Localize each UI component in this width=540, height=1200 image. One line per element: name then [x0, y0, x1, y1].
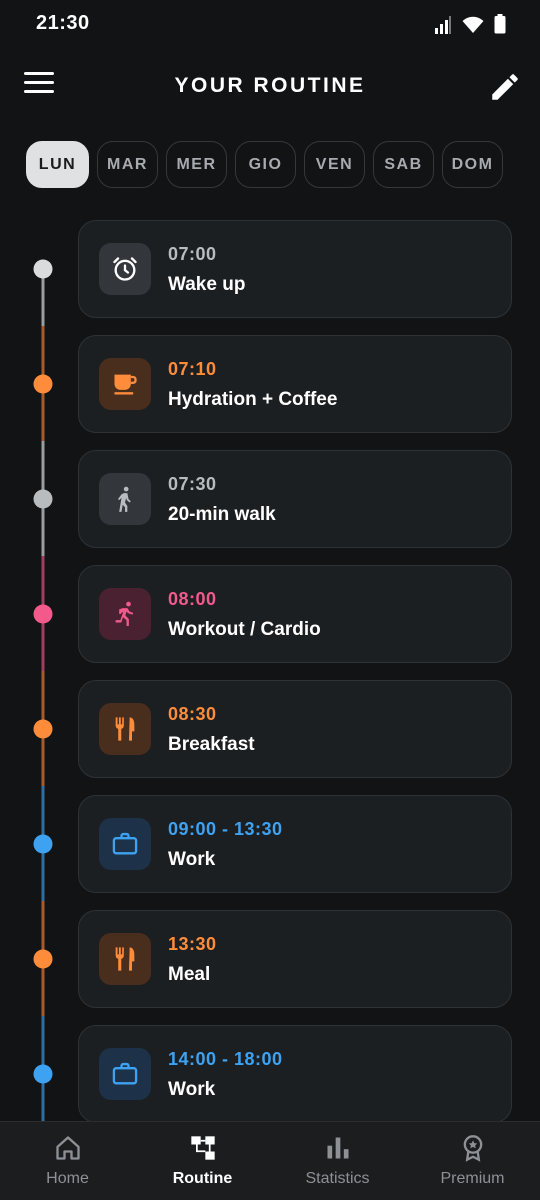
routine-time: 07:10 — [168, 359, 217, 379]
icon-box — [99, 818, 151, 870]
routine-card-hydration[interactable]: 07:10 Hydration + Coffee — [78, 335, 512, 433]
fork-knife-icon — [115, 717, 135, 741]
home-icon — [55, 1136, 80, 1160]
fork-knife-icon — [115, 947, 135, 971]
battery-icon — [494, 14, 506, 34]
nav-label: Routine — [172, 1170, 233, 1187]
bottom-navigation: Home Routine Statistics Premium — [0, 1121, 540, 1200]
day-selector: LUN MAR MER GIO VEN SAB DOM — [26, 141, 503, 188]
routine-card-breakfast[interactable]: 08:30 Breakfast — [78, 680, 512, 778]
nav-label: Home — [46, 1170, 89, 1187]
timeline-dot — [33, 259, 53, 279]
status-icons — [434, 14, 506, 34]
briefcase-icon — [112, 832, 138, 855]
signal-icon — [435, 16, 451, 34]
timeline — [33, 259, 53, 1121]
routine-card-meal[interactable]: 13:30 Meal — [78, 910, 512, 1008]
icon-box — [99, 358, 151, 410]
icon-box — [99, 1048, 151, 1100]
nav-label: Premium — [440, 1170, 505, 1187]
routine-icon — [190, 1136, 215, 1160]
nav-label: Statistics — [305, 1170, 370, 1187]
routine-time: 13:30 — [168, 934, 217, 954]
edit-button[interactable] — [488, 70, 522, 104]
routine-title: Breakfast — [168, 734, 255, 755]
day-tab-ven[interactable]: VEN — [304, 141, 365, 188]
routine-title: Meal — [168, 964, 211, 985]
routine-time: 14:00 - 18:00 — [168, 1049, 283, 1069]
timeline-dot — [33, 374, 53, 394]
nav-premium[interactable]: Premium — [405, 1122, 540, 1200]
icon-box — [99, 243, 151, 295]
routine-time: 08:00 — [168, 589, 217, 609]
timeline-dot — [33, 604, 53, 624]
icon-box — [99, 588, 151, 640]
nav-statistics[interactable]: Statistics — [270, 1122, 405, 1200]
nav-routine[interactable]: Routine — [135, 1122, 270, 1200]
nav-home[interactable]: Home — [0, 1122, 135, 1200]
briefcase-icon — [112, 1062, 138, 1085]
coffee-cup-icon — [114, 374, 137, 395]
timeline-dot — [33, 834, 53, 854]
routine-title: Work — [168, 1079, 216, 1100]
routine-time: 09:00 - 13:30 — [168, 819, 283, 839]
timeline-dot — [33, 1064, 53, 1084]
award-medal-icon — [463, 1135, 482, 1162]
day-tab-mer[interactable]: MER — [166, 141, 227, 188]
routine-title: Work — [168, 849, 216, 870]
routine-title: Hydration + Coffee — [168, 389, 338, 410]
routine-card-work-morning[interactable]: 09:00 - 13:30 Work — [78, 795, 512, 893]
routine-card-wake-up[interactable]: 07:00 Wake up — [78, 220, 512, 318]
timeline-dot — [33, 949, 53, 969]
icon-box — [99, 933, 151, 985]
timeline-dot — [33, 719, 53, 739]
wifi-icon — [462, 16, 484, 33]
icon-box — [99, 473, 151, 525]
icon-box — [99, 703, 151, 755]
routine-time: 07:30 — [168, 474, 217, 494]
day-tab-dom[interactable]: DOM — [442, 141, 503, 188]
day-tab-gio[interactable]: GIO — [235, 141, 296, 188]
routine-time: 08:30 — [168, 704, 217, 724]
walking-person-icon — [118, 486, 131, 512]
pencil-icon — [492, 74, 518, 100]
routine-title: Workout / Cardio — [168, 619, 321, 640]
routine-time: 07:00 — [168, 244, 217, 264]
routine-title: Wake up — [168, 274, 246, 295]
routine-card-work-afternoon[interactable]: 14:00 - 18:00 Work — [78, 1025, 512, 1123]
timeline-dot — [33, 489, 53, 509]
routine-title: 20-min walk — [168, 504, 276, 525]
running-person-icon — [115, 601, 134, 627]
routine-card-walk[interactable]: 07:30 20-min walk — [78, 450, 512, 548]
bar-chart-icon — [327, 1137, 348, 1159]
alarm-clock-icon — [113, 257, 137, 281]
day-tab-mar[interactable]: MAR — [97, 141, 158, 188]
day-tab-sab[interactable]: SAB — [373, 141, 434, 188]
routine-card-workout[interactable]: 08:00 Workout / Cardio — [78, 565, 512, 663]
